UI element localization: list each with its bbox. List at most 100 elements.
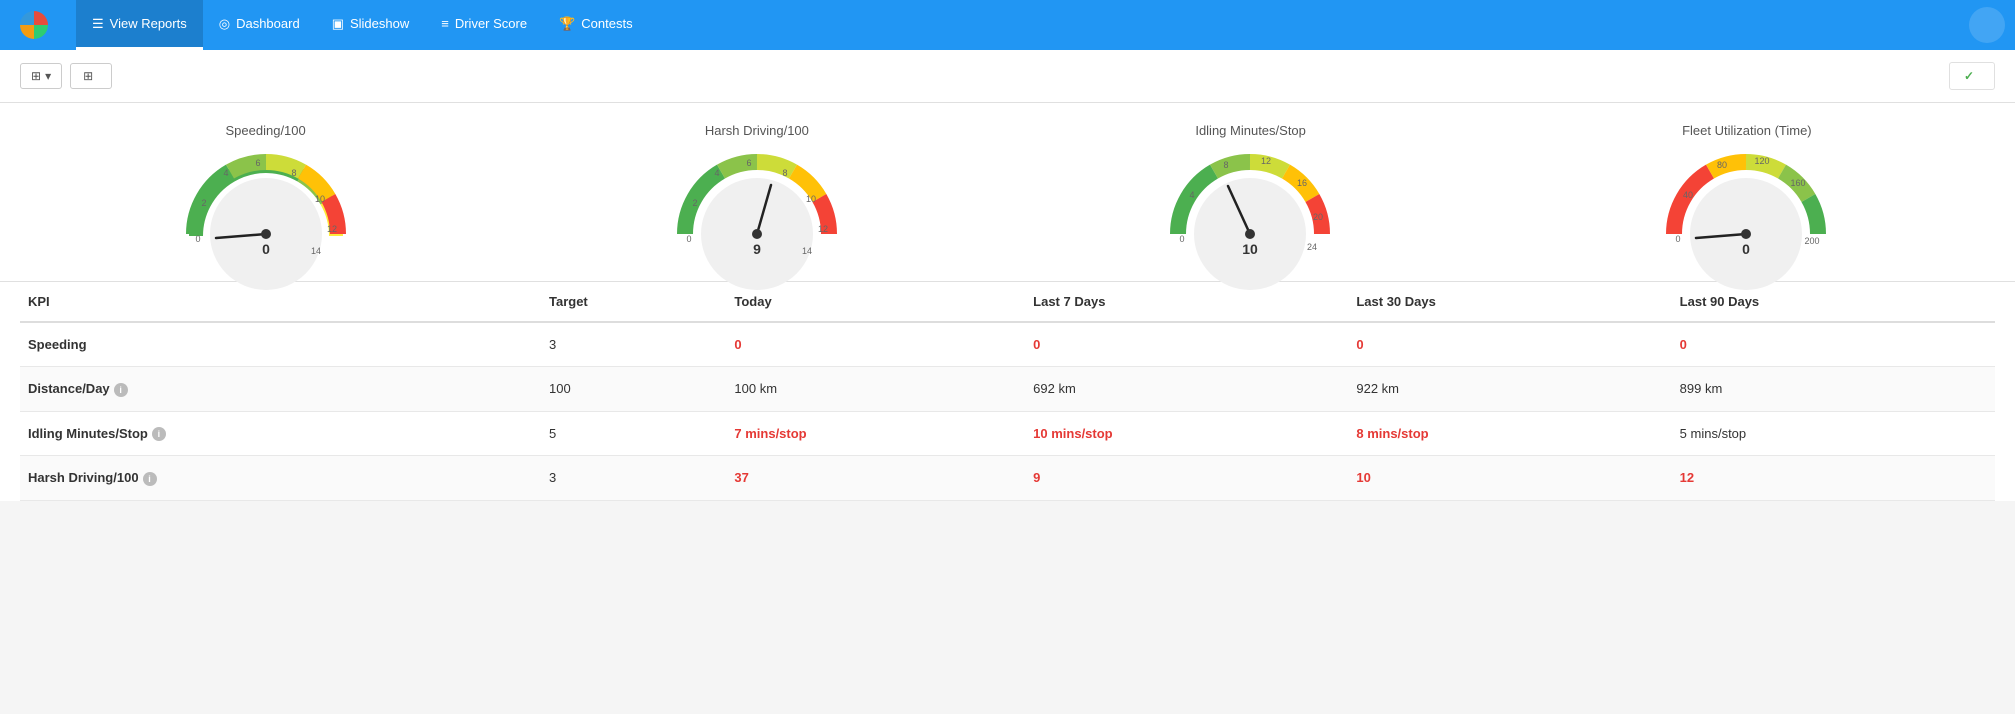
svg-text:2: 2 [201,198,206,208]
svg-text:160: 160 [1791,178,1806,188]
gauge-harsh-driving: Harsh Driving/100 0 2 4 6 8 10 12 14 [672,123,842,261]
svg-text:0: 0 [1180,234,1185,244]
last90-cell: 0 [1672,322,1995,367]
svg-text:4: 4 [1190,190,1195,200]
nav-items: ☰ View Reports ◎ Dashboard ▣ Slideshow ≡… [76,0,649,50]
svg-text:0: 0 [195,234,200,244]
kpi-cell: Idling Minutes/Stopi [20,411,541,456]
view-by-group-button[interactable]: ⊞ [70,63,112,89]
svg-text:2: 2 [692,198,697,208]
slideshow-icon: ▣ [332,16,344,32]
svg-text:8: 8 [782,168,787,178]
svg-text:20: 20 [1313,212,1323,222]
gauge-speeding-title: Speeding/100 [226,123,306,138]
target-cell: 3 [541,456,726,501]
kpi-cell: Distance/Dayi [20,367,541,412]
svg-text:12: 12 [818,224,828,234]
svg-text:12: 12 [1261,156,1271,166]
gauge-harsh-title: Harsh Driving/100 [705,123,809,138]
table-header-row: KPI Target Today Last 7 Days Last 30 Day… [20,282,1995,322]
svg-text:16: 16 [1297,178,1307,188]
svg-text:120: 120 [1755,156,1770,166]
info-icon[interactable]: i [114,383,128,397]
svg-text:10: 10 [315,194,325,204]
svg-text:24: 24 [1307,242,1317,252]
toolbar: ⊞ ▾ ⊞ ✓ [0,50,2015,103]
dashboard-icon: ◎ [219,16,230,32]
trophy-icon: 🏆 [559,16,575,32]
gauge-fleet-util: Fleet Utilization (Time) 0 40 80 120 160… [1659,123,1834,261]
driver-score-icon: ≡ [441,16,449,31]
gauge-idling: Idling Minutes/Stop 0 4 8 12 16 20 24 [1163,123,1338,261]
nav-item-view-reports[interactable]: ☰ View Reports [76,0,203,50]
nav-label-contests: Contests [581,16,632,31]
last7-cell: 10 mins/stop [1025,411,1348,456]
svg-text:14: 14 [311,246,321,256]
last30-cell: 10 [1348,456,1671,501]
svg-text:6: 6 [255,158,260,168]
col-header-last90: Last 90 Days [1672,282,1995,322]
grid-icon: ⊞ [83,69,93,83]
last30-cell: 922 km [1348,367,1671,412]
nav-label-dashboard: Dashboard [236,16,300,31]
gauge-fleet-svg: 0 40 80 120 160 200 0 [1659,146,1834,261]
settings-button[interactable] [1969,7,2005,43]
brand-icon [20,11,48,39]
svg-text:8: 8 [291,168,296,178]
svg-text:0: 0 [1742,241,1750,257]
today-cell: 0 [726,322,1025,367]
svg-text:10: 10 [1242,241,1258,257]
gauge-idling-svg: 0 4 8 12 16 20 24 10 [1163,146,1338,261]
layout-dropdown-button[interactable]: ⊞ ▾ [20,63,62,89]
dropdown-arrow: ▾ [45,69,51,83]
svg-text:4: 4 [223,168,228,178]
svg-text:0: 0 [686,234,691,244]
today-cell: 100 km [726,367,1025,412]
gauges-section: Speeding/100 [0,103,2015,282]
last30-cell: 0 [1348,322,1671,367]
info-icon[interactable]: i [152,427,166,441]
last90-cell: 899 km [1672,367,1995,412]
svg-text:8: 8 [1224,160,1229,170]
last30-cell: 8 mins/stop [1348,411,1671,456]
info-icon[interactable]: i [143,472,157,486]
kpi-table: KPI Target Today Last 7 Days Last 30 Day… [20,282,1995,501]
gauge-harsh-svg: 0 2 4 6 8 10 12 14 9 [672,146,842,261]
nav-item-slideshow[interactable]: ▣ Slideshow [316,0,426,50]
kpi-cell: Harsh Driving/100i [20,456,541,501]
nav-item-driver-score[interactable]: ≡ Driver Score [425,0,543,50]
last7-cell: 692 km [1025,367,1348,412]
last7-cell: 9 [1025,456,1348,501]
nav-item-contests[interactable]: 🏆 Contests [543,0,649,50]
svg-text:9: 9 [753,241,761,257]
svg-text:40: 40 [1683,190,1693,200]
svg-text:80: 80 [1717,160,1727,170]
target-cell: 3 [541,322,726,367]
last90-cell: 12 [1672,456,1995,501]
table-row: Speeding30000 [20,322,1995,367]
gauge-idling-title: Idling Minutes/Stop [1195,123,1306,138]
table-row: Harsh Driving/100i33791012 [20,456,1995,501]
kpi-cell: Speeding [20,322,541,367]
fleet-manager-score-button[interactable]: ✓ [1949,62,1995,90]
svg-text:0: 0 [262,241,270,257]
nav-label-driver-score: Driver Score [455,16,527,31]
table-row: Idling Minutes/Stopi57 mins/stop10 mins/… [20,411,1995,456]
svg-text:0: 0 [1676,234,1681,244]
checkmark-icon: ✓ [1964,69,1974,83]
svg-text:10: 10 [806,194,816,204]
svg-text:12: 12 [327,224,337,234]
col-header-target: Target [541,282,726,322]
brand [10,11,66,39]
table-row: Distance/Dayi100100 km692 km922 km899 km [20,367,1995,412]
gauge-speeding-svg: 0 2 4 6 8 10 12 14 0 [181,146,351,261]
gauge-fleet-title: Fleet Utilization (Time) [1682,123,1812,138]
navbar: ☰ View Reports ◎ Dashboard ▣ Slideshow ≡… [0,0,2015,50]
menu-icon: ☰ [92,16,104,32]
col-header-last7: Last 7 Days [1025,282,1348,322]
kpi-table-section: KPI Target Today Last 7 Days Last 30 Day… [0,282,2015,501]
gauge-speeding: Speeding/100 [181,123,351,261]
col-header-last30: Last 30 Days [1348,282,1671,322]
svg-text:200: 200 [1805,236,1820,246]
nav-item-dashboard[interactable]: ◎ Dashboard [203,0,316,50]
